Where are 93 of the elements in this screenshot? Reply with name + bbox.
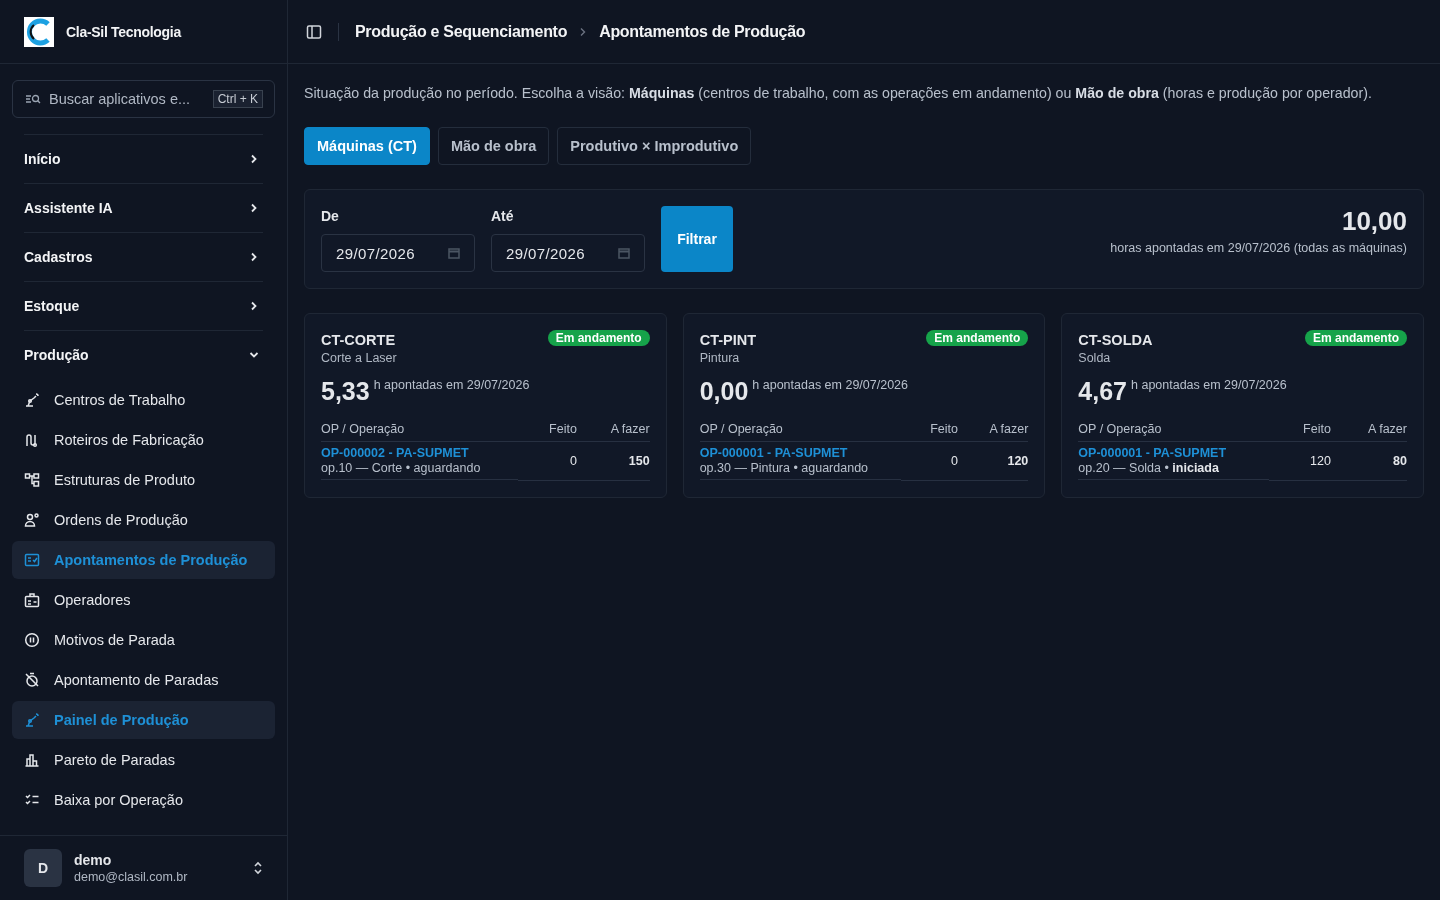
user-avatar: D xyxy=(24,849,62,887)
hours-value: 5,33 xyxy=(321,377,370,406)
hours-value: 0,00 xyxy=(699,377,749,406)
view-tab[interactable]: Produtivo × Improdutivo xyxy=(557,127,752,165)
hierarchy-icon xyxy=(24,472,40,488)
breadcrumb-item: Apontamentos de Produção xyxy=(599,22,806,41)
chevron-icon xyxy=(249,301,259,311)
hours-caption: h apontadas em 29/07/2026 xyxy=(373,378,530,392)
column-header: OP / Operação xyxy=(1078,422,1270,442)
total-hours: 10,00 xyxy=(1341,206,1407,237)
nav-item[interactable]: Ordens de Produção xyxy=(12,501,275,539)
user-email: demo@clasil.com.br xyxy=(74,870,189,884)
table-cell: 0 xyxy=(517,441,577,480)
machine-name: Pintura xyxy=(699,351,741,365)
chevron-icon xyxy=(579,26,588,37)
view-tab[interactable]: Máquinas (CT) xyxy=(304,127,430,165)
nav-group[interactable]: Assistente IA xyxy=(24,183,263,232)
nav-item[interactable]: Operadores xyxy=(12,581,275,619)
hours-caption: h apontadas em 29/07/2026 xyxy=(1131,378,1287,392)
logo-icon xyxy=(24,16,54,47)
brand-name: Cla-Sil Tecnologia xyxy=(66,23,181,40)
nav-group[interactable]: Cadastros xyxy=(24,232,263,281)
status-badge: Em andamento xyxy=(926,330,1029,346)
pause-icon xyxy=(24,632,40,648)
chevron-updown-icon[interactable] xyxy=(253,860,263,876)
machine-name: Corte a Laser xyxy=(321,351,397,365)
chevron-icon xyxy=(249,154,259,164)
operation-text: op.20 — Solda • iniciada xyxy=(1078,461,1220,475)
filter-button[interactable]: Filtrar xyxy=(661,206,733,272)
status-badge: Em andamento xyxy=(1304,330,1407,346)
nav-item[interactable]: Motivos de Parada xyxy=(12,621,275,659)
timer-off-icon xyxy=(24,672,40,688)
column-header: A fazer xyxy=(576,422,650,442)
view-tab[interactable]: Mão de obra xyxy=(437,127,550,165)
user-name: demo xyxy=(74,852,113,868)
table-cell: 0 xyxy=(900,441,958,480)
checklist-icon xyxy=(24,552,40,568)
breadcrumb-item[interactable]: Produção e Sequenciamento xyxy=(355,22,568,41)
chevron-icon xyxy=(249,203,259,213)
column-header: OP / Operação xyxy=(321,422,518,442)
nav-group[interactable]: Início xyxy=(24,134,263,183)
order-link[interactable]: OP-000002 - PA-SUPMET xyxy=(321,446,518,460)
hours-caption: h apontadas em 29/07/2026 xyxy=(752,378,908,392)
date-field[interactable]: 29/07/2026 xyxy=(321,234,475,272)
bar-chart-icon xyxy=(24,752,40,768)
nav-item[interactable]: Apontamento de Paradas xyxy=(12,661,275,699)
route-icon xyxy=(24,432,40,448)
field-label: Até xyxy=(491,208,515,224)
calendar-icon xyxy=(448,247,460,259)
total-caption: horas apontadas em 29/07/2026 (todas as máquinas) xyxy=(1110,241,1407,255)
column-header: Feito xyxy=(517,422,577,442)
nav-item[interactable]: Apontamentos de Produção xyxy=(12,541,275,579)
table-cell: 120 xyxy=(1269,441,1331,480)
operation-text: op.30 — Pintura • aguardando xyxy=(699,461,870,475)
id-card-icon xyxy=(24,592,40,608)
column-header: A fazer xyxy=(957,422,1029,442)
machine-code: CT-SOLDA xyxy=(1078,332,1153,348)
order-link[interactable]: OP-000001 - PA-SUPMET xyxy=(1078,446,1270,460)
calendar-icon xyxy=(618,247,630,259)
nav-item[interactable]: Centros de Trabalho xyxy=(12,381,275,419)
nav-item[interactable]: Estruturas de Produto xyxy=(12,461,275,499)
date-field[interactable]: 29/07/2026 xyxy=(491,234,645,272)
operation-text: op.10 — Corte • aguardando xyxy=(321,461,482,475)
nav-item[interactable]: Baixa por Operação xyxy=(12,781,275,819)
search-icon xyxy=(25,93,41,105)
machine-code: CT-PINT xyxy=(699,332,757,348)
sidebar-toggle-icon[interactable] xyxy=(306,23,322,40)
table-cell: 80 xyxy=(1330,441,1407,480)
chevron-icon xyxy=(249,350,259,360)
nav-item[interactable]: Pareto de Paradas xyxy=(12,741,275,779)
table-cell: 120 xyxy=(957,441,1029,480)
robot-arm-icon xyxy=(24,712,40,728)
order-link[interactable]: OP-000001 - PA-SUPMET xyxy=(699,446,901,460)
shortcut-hint: Ctrl + K xyxy=(212,90,263,108)
column-header: Feito xyxy=(900,422,958,442)
column-header: A fazer xyxy=(1330,422,1407,442)
table-cell: 150 xyxy=(576,441,650,480)
column-header: Feito xyxy=(1269,422,1331,442)
nav-item[interactable]: Roteiros de Fabricação xyxy=(12,421,275,459)
machine-code: CT-CORTE xyxy=(321,332,397,348)
nav-group[interactable]: Estoque xyxy=(24,281,263,330)
status-badge: Em andamento xyxy=(547,330,650,346)
hours-value: 4,67 xyxy=(1078,377,1127,406)
nav-group[interactable]: Produção xyxy=(24,330,263,379)
nav-item[interactable]: Painel de Produção xyxy=(12,701,275,739)
description-text: Situação da produção no período. Escolha a visão: Máquinas (centros de trabalho, com as operações em andamento) ou Mão de obra (horas e produção por operador). xyxy=(304,84,1373,103)
list-check-icon xyxy=(24,792,40,808)
field-label: De xyxy=(321,208,340,224)
column-header: OP / Operação xyxy=(699,422,901,442)
robot-arm-icon xyxy=(24,392,40,408)
machine-name: Solda xyxy=(1078,351,1112,365)
chevron-icon xyxy=(249,252,259,262)
users-icon xyxy=(24,512,40,528)
